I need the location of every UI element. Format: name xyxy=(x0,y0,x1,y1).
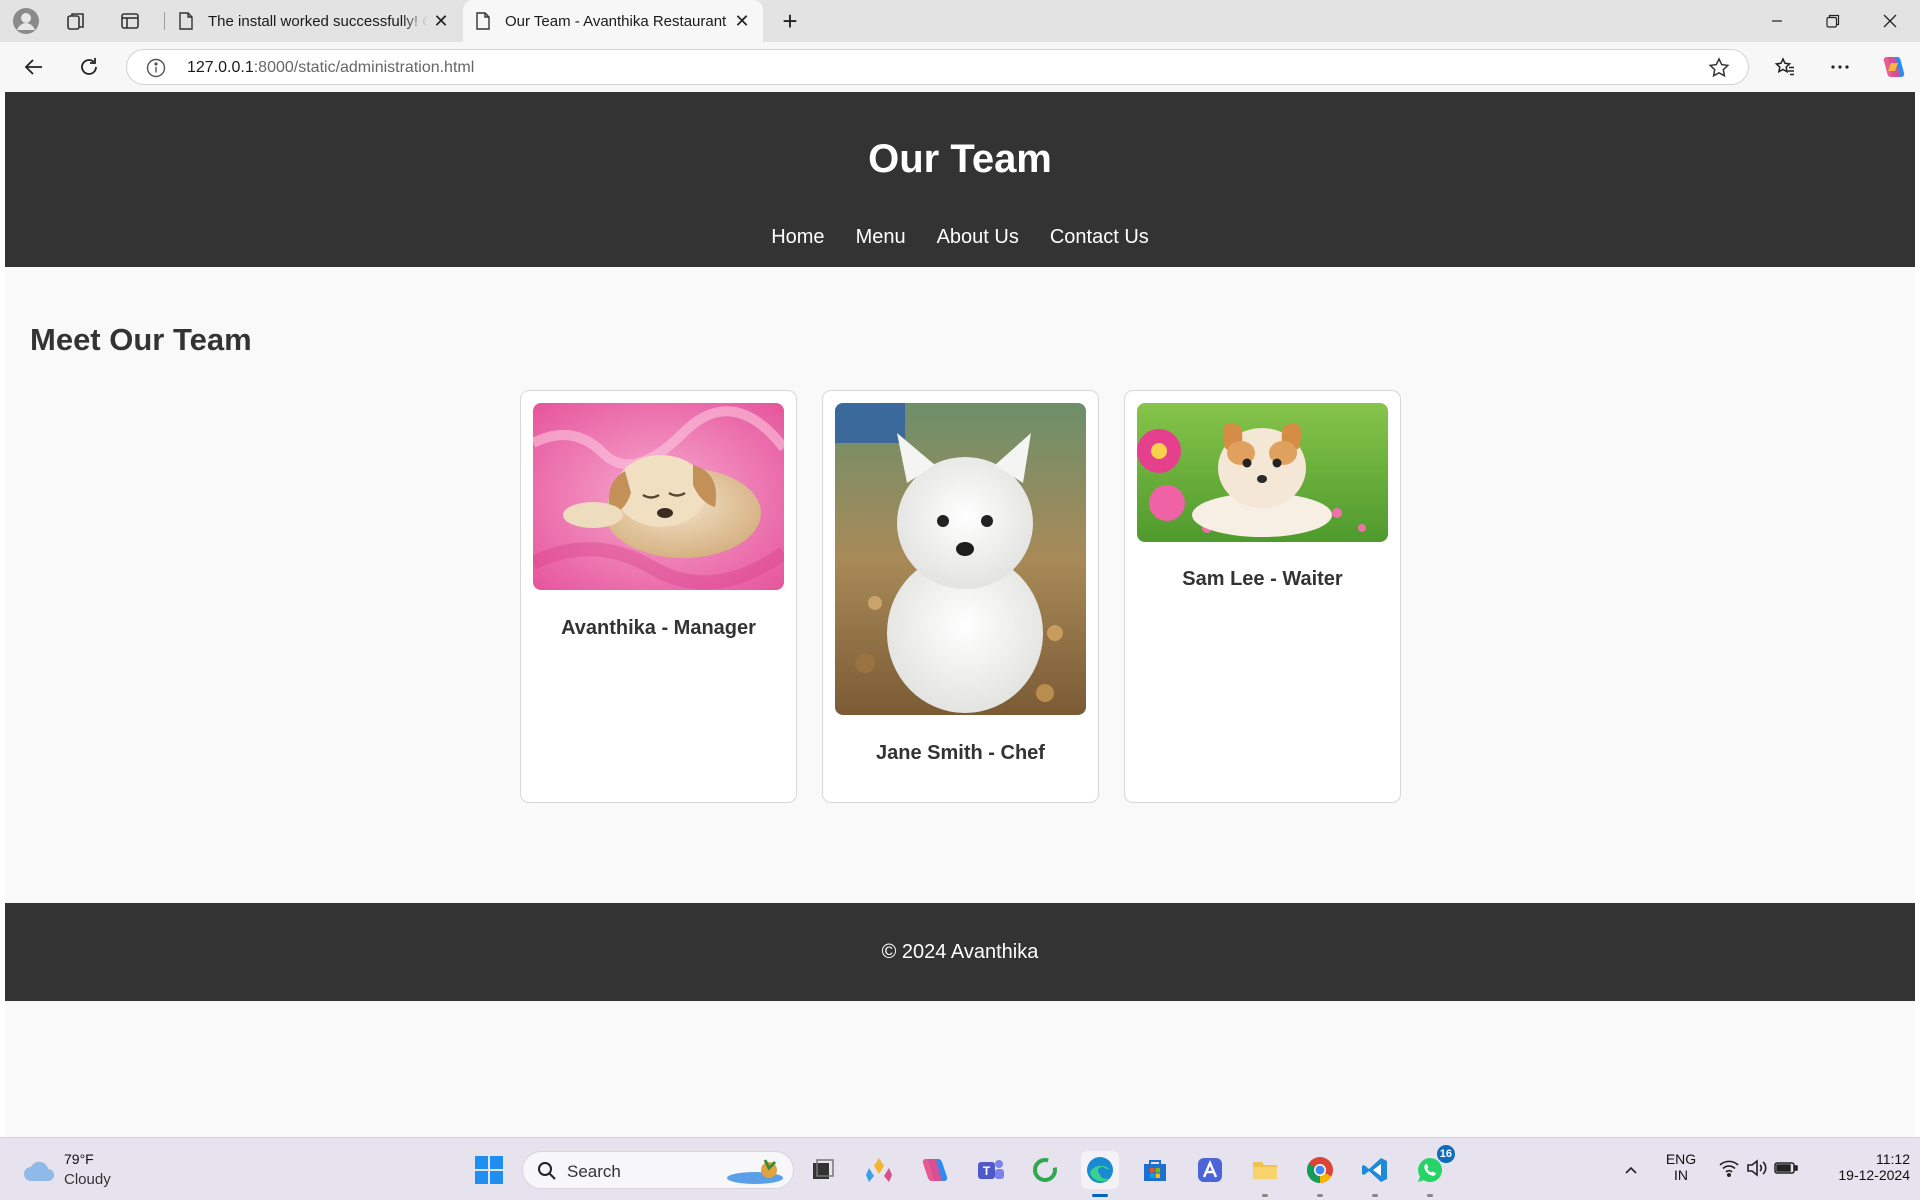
ring-app-icon[interactable] xyxy=(1026,1151,1064,1189)
whatsapp-icon[interactable]: 16 xyxy=(1411,1145,1455,1197)
search-highlight-icon xyxy=(725,1156,785,1191)
team-card: Jane Smith - Chef xyxy=(822,390,1099,803)
teams-icon[interactable]: T xyxy=(972,1151,1010,1189)
team-photo xyxy=(1137,403,1388,542)
weather-widget[interactable]: 79°F Cloudy xyxy=(22,1151,142,1191)
battery-icon xyxy=(1774,1161,1798,1180)
arc-app-icon[interactable] xyxy=(1191,1151,1229,1189)
tab-our-team[interactable]: Our Team - Avanthika Restaurant ✕ xyxy=(463,0,763,42)
footer-copyright: © 2024 Avanthika xyxy=(881,941,1039,963)
clock[interactable]: 11:12 19-12-2024 xyxy=(1810,1151,1910,1183)
notification-badge: 16 xyxy=(1436,1145,1455,1163)
nav-link-menu[interactable]: Menu xyxy=(856,226,906,249)
edge-browser-icon[interactable] xyxy=(1081,1151,1119,1197)
vertical-tabs-icon[interactable] xyxy=(112,8,148,34)
profile-icon[interactable] xyxy=(8,8,44,34)
team-member-caption: Avanthika - Manager xyxy=(561,617,756,639)
team-photo xyxy=(835,403,1086,715)
address-bar[interactable]: 127.0.0.1:8000/static/administration.htm… xyxy=(126,49,1749,85)
site-footer: © 2024 Avanthika xyxy=(5,903,1915,1001)
section-title: Meet Our Team xyxy=(30,322,252,357)
file-explorer-icon[interactable] xyxy=(1246,1151,1284,1197)
running-indicator xyxy=(1092,1194,1108,1197)
widgets-icon[interactable] xyxy=(860,1151,898,1189)
show-hidden-icons-chevron-up-icon[interactable] xyxy=(1613,1151,1649,1189)
search-icon xyxy=(537,1161,557,1186)
microsoft-store-icon[interactable] xyxy=(1136,1151,1174,1189)
site-info-icon[interactable] xyxy=(146,58,166,78)
running-indicator xyxy=(1262,1194,1268,1197)
svg-text:T: T xyxy=(983,1164,991,1178)
site-nav: Home Menu About Us Contact Us xyxy=(5,226,1915,249)
chrome-icon[interactable] xyxy=(1301,1151,1339,1197)
windows-start-icon[interactable] xyxy=(470,1151,508,1189)
close-tab-icon[interactable]: ✕ xyxy=(729,8,755,34)
refresh-icon[interactable] xyxy=(71,50,107,84)
team-member-caption: Sam Lee - Waiter xyxy=(1182,568,1343,590)
minimize-button[interactable] xyxy=(1749,0,1805,42)
page-icon xyxy=(177,12,195,30)
more-options-icon[interactable] xyxy=(1822,50,1858,84)
team-card: Avanthika - Manager xyxy=(520,390,797,803)
vscode-icon[interactable] xyxy=(1356,1151,1394,1197)
taskbar-search[interactable]: Search xyxy=(522,1151,794,1189)
running-indicator xyxy=(1317,1194,1323,1197)
weather-condition: Cloudy xyxy=(64,1171,111,1188)
running-indicator xyxy=(1427,1194,1433,1197)
tab-title: Our Team - Avanthika Restaurant xyxy=(505,12,727,30)
restore-button[interactable] xyxy=(1805,0,1861,42)
copilot-icon[interactable] xyxy=(1876,50,1912,84)
tab-title: The install worked successfully! Congrat… xyxy=(208,12,428,30)
search-label: Search xyxy=(567,1162,621,1181)
back-icon[interactable] xyxy=(16,50,52,84)
url-text: 127.0.0.1:8000/static/administration.htm… xyxy=(187,59,475,76)
close-window-button[interactable] xyxy=(1862,0,1918,42)
team-card: Sam Lee - Waiter xyxy=(1124,390,1401,803)
page-icon xyxy=(474,12,492,30)
team-photo xyxy=(533,403,784,590)
favorite-star-icon[interactable] xyxy=(1708,57,1730,79)
browser-toolbar: 127.0.0.1:8000/static/administration.htm… xyxy=(0,42,1920,92)
nav-link-about-us[interactable]: About Us xyxy=(937,226,1019,249)
site-header: Our Team Home Menu About Us Contact Us xyxy=(5,92,1915,267)
system-tray-status[interactable] xyxy=(1710,1151,1806,1189)
copilot-app-icon[interactable] xyxy=(916,1151,954,1189)
cloud-icon xyxy=(22,1159,56,1188)
favorites-icon[interactable] xyxy=(1767,50,1803,84)
tab-django-install[interactable]: The install worked successfully! Congrat… xyxy=(166,0,462,42)
nav-link-contact-us[interactable]: Contact Us xyxy=(1050,226,1149,249)
running-indicator xyxy=(1372,1194,1378,1197)
team-member-caption: Jane Smith - Chef xyxy=(876,742,1045,764)
new-tab-button[interactable]: + xyxy=(775,6,805,36)
task-view-icon[interactable] xyxy=(804,1151,842,1189)
wifi-icon xyxy=(1718,1159,1740,1182)
page-viewport: Our Team Home Menu About Us Contact Us M… xyxy=(5,92,1915,1137)
page-title: Our Team xyxy=(868,137,1052,181)
workspaces-icon[interactable] xyxy=(58,8,94,34)
browser-tab-strip: The install worked successfully! Congrat… xyxy=(0,0,1920,42)
language-indicator[interactable]: ENG IN xyxy=(1658,1151,1704,1183)
nav-link-home[interactable]: Home xyxy=(771,226,824,249)
weather-temp: 79°F xyxy=(64,1151,94,1167)
tab-separator xyxy=(164,12,165,30)
volume-icon xyxy=(1746,1158,1768,1182)
close-tab-icon[interactable]: ✕ xyxy=(428,8,454,34)
taskbar: 79°F Cloudy Search T 16 ENG IN 11:12 19-… xyxy=(0,1137,1920,1200)
